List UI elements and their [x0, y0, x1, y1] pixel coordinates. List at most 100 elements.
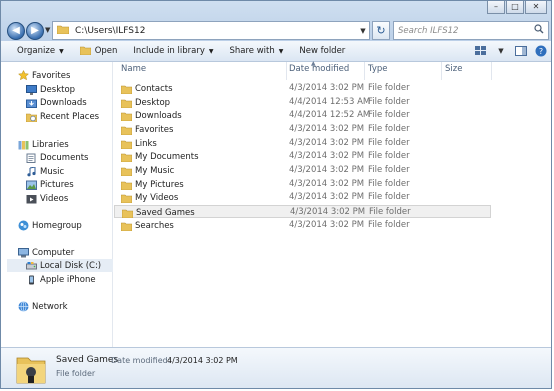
- column-header-name[interactable]: Name: [121, 64, 146, 78]
- nav-label: Pictures: [40, 179, 74, 190]
- file-type: File folder: [368, 83, 410, 93]
- help-icon: ?: [535, 45, 547, 57]
- refresh-button[interactable]: ↻: [372, 21, 390, 40]
- file-row[interactable]: Contacts 4/3/2014 3:02 PM File folder: [114, 82, 491, 95]
- open-button[interactable]: Open: [72, 41, 126, 62]
- preview-pane-button[interactable]: [513, 43, 529, 59]
- change-view-button[interactable]: [473, 43, 489, 59]
- file-row[interactable]: Saved Games 4/3/2014 3:02 PM File folder: [114, 205, 491, 218]
- help-button[interactable]: ?: [533, 43, 549, 59]
- file-row[interactable]: My Videos 4/3/2014 3:02 PM File folder: [114, 191, 491, 204]
- folder-icon: [121, 208, 134, 218]
- computer-icon: [17, 247, 29, 258]
- folder-icon: [56, 24, 70, 37]
- nav-label: Music: [40, 166, 65, 177]
- file-date: 4/3/2014 3:02 PM: [289, 179, 365, 189]
- organize-button[interactable]: Organize ▼: [1, 41, 72, 62]
- music-icon: [25, 166, 37, 177]
- file-name: Links: [135, 138, 157, 149]
- file-row[interactable]: Desktop 4/4/2014 12:53 AM File folder: [114, 96, 491, 109]
- file-row[interactable]: My Documents 4/3/2014 3:02 PM File folder: [114, 150, 491, 163]
- folder-icon: [120, 125, 133, 135]
- nav-item-pictures[interactable]: Pictures: [25, 178, 74, 191]
- column-separator[interactable]: [364, 62, 365, 80]
- file-row[interactable]: Favorites 4/3/2014 3:02 PM File folder: [114, 123, 491, 136]
- nav-item-desktop[interactable]: Desktop: [25, 83, 75, 96]
- nav-item-recent-places[interactable]: Recent Places: [25, 110, 99, 123]
- folder-icon: [120, 221, 133, 231]
- refresh-icon: ↻: [376, 24, 386, 37]
- share-with-button[interactable]: Share with ▼: [222, 41, 292, 62]
- file-row[interactable]: Searches 4/3/2014 3:02 PM File folder: [114, 219, 491, 232]
- search-box[interactable]: Search ILFS12: [393, 21, 549, 40]
- file-name: Contacts: [135, 83, 173, 94]
- recent-pages-dropdown[interactable]: ▼: [45, 26, 50, 34]
- column-separator[interactable]: [286, 62, 287, 80]
- file-type: File folder: [368, 138, 410, 148]
- nav-label: Libraries: [32, 139, 69, 150]
- nav-label: Videos: [40, 193, 69, 204]
- file-row[interactable]: My Music 4/3/2014 3:02 PM File folder: [114, 164, 491, 177]
- chevron-down-icon[interactable]: ▼: [357, 27, 369, 35]
- maximize-button[interactable]: □: [506, 1, 524, 14]
- minimize-button[interactable]: –: [487, 1, 505, 14]
- forward-button[interactable]: ▶: [26, 22, 44, 40]
- file-name: My Pictures: [135, 179, 184, 190]
- include-in-library-label: Include in library: [133, 46, 205, 56]
- column-header-size[interactable]: Size: [445, 64, 462, 78]
- file-type: File folder: [368, 165, 410, 175]
- close-button[interactable]: ✕: [525, 1, 547, 14]
- file-type: File folder: [368, 97, 410, 107]
- toolbar-right: ▼ ?: [473, 43, 549, 59]
- documents-icon: [25, 152, 37, 163]
- nav-label: Recent Places: [40, 111, 100, 122]
- details-type: File folder: [56, 369, 96, 378]
- phone-icon: [25, 274, 37, 285]
- explorer-window: – □ ✕ ◀ ▶ ▼ C:\Users\ILFS12 ▼ ↻ Search I…: [0, 0, 552, 389]
- folder-icon: [120, 111, 133, 121]
- column-separator[interactable]: [491, 62, 492, 80]
- details-date-value: 4/3/2014 3:02 PM: [167, 356, 238, 365]
- file-row[interactable]: Links 4/3/2014 3:02 PM File folder: [114, 137, 491, 150]
- file-row[interactable]: Downloads 4/4/2014 12:52 AM File folder: [114, 109, 491, 122]
- svg-text:?: ?: [539, 47, 543, 56]
- file-list: ▲ Name Date modified Type Size Contacts 4…: [114, 60, 551, 347]
- nav-item-videos[interactable]: Videos: [25, 192, 68, 205]
- nav-item-downloads[interactable]: Downloads: [25, 96, 87, 109]
- nav-item-apple-iphone[interactable]: Apple iPhone: [25, 273, 96, 286]
- file-name-cell: Links: [120, 137, 157, 150]
- open-icon: [79, 45, 92, 58]
- column-separator[interactable]: [441, 62, 442, 80]
- nav-item-documents[interactable]: Documents: [25, 151, 88, 164]
- nav-item-homegroup[interactable]: Homegroup: [17, 219, 82, 232]
- file-row[interactable]: My Pictures 4/3/2014 3:02 PM File folder: [114, 178, 491, 191]
- address-bar[interactable]: C:\Users\ILFS12 ▼: [52, 21, 370, 40]
- search-icon: [534, 24, 544, 37]
- column-header-date-modified[interactable]: Date modified: [289, 64, 349, 78]
- back-button[interactable]: ◀: [7, 22, 25, 40]
- file-name: Searches: [135, 220, 174, 231]
- preview-pane-icon: [515, 46, 527, 56]
- view-options-dropdown[interactable]: ▼: [493, 43, 509, 59]
- column-header-type[interactable]: Type: [368, 64, 388, 78]
- nav-item-local-disk[interactable]: Local Disk (C:): [7, 259, 113, 272]
- nav-item-libraries[interactable]: Libraries: [17, 138, 69, 151]
- file-name: Downloads: [135, 110, 182, 121]
- network-icon: [17, 301, 29, 312]
- file-date: 4/4/2014 12:53 AM: [289, 97, 371, 107]
- file-date: 4/3/2014 3:02 PM: [290, 207, 366, 217]
- include-in-library-button[interactable]: Include in library ▼: [125, 41, 221, 62]
- file-date: 4/3/2014 3:02 PM: [289, 165, 365, 175]
- open-label: Open: [94, 46, 118, 56]
- file-type: File folder: [368, 179, 410, 189]
- search-input[interactable]: Search ILFS12: [398, 26, 458, 36]
- file-name: Desktop: [135, 97, 171, 108]
- nav-label: Documents: [40, 152, 89, 163]
- nav-item-network[interactable]: Network: [17, 300, 68, 313]
- nav-item-music[interactable]: Music: [25, 165, 64, 178]
- chevron-down-icon: ▼: [208, 47, 214, 55]
- nav-item-computer[interactable]: Computer: [17, 246, 74, 259]
- nav-item-favorites[interactable]: Favorites: [17, 69, 70, 82]
- new-folder-button[interactable]: New folder: [291, 41, 353, 62]
- file-name: Saved Games: [136, 207, 195, 218]
